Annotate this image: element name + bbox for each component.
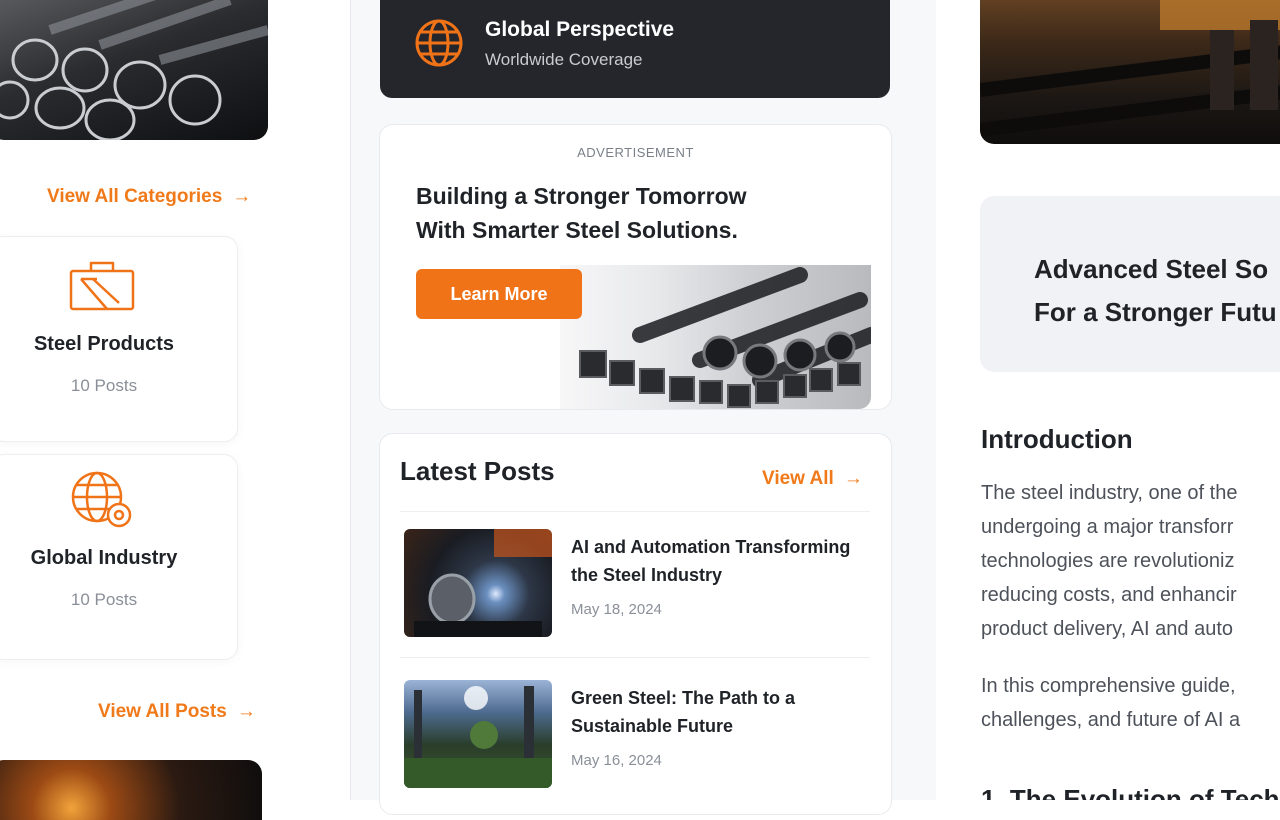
furnace-image[interactable] <box>0 760 262 820</box>
divider <box>400 657 870 658</box>
advertisement-card: ADVERTISEMENT Building a Stronger Tomorr… <box>379 124 892 410</box>
category-post-count: 10 Posts <box>70 590 138 609</box>
paragraph-line: The steel industry, one of the <box>981 482 1238 504</box>
paragraph-line: product delivery, AI and auto <box>981 618 1234 640</box>
advertisement-label: ADVERTISEMENT <box>577 145 694 160</box>
steel-products-icon <box>67 257 137 317</box>
ad-headline-line1: Building a Stronger Tomorrow <box>416 183 747 209</box>
view-all-categories-link[interactable]: View All Categories → <box>47 186 251 208</box>
guide-paragraph: In this comprehensive guide, challenges,… <box>981 669 1280 737</box>
banner-line2: For a Stronger Futu <box>1034 297 1277 327</box>
steel-pipes-image[interactable] <box>0 0 268 140</box>
category-card-steel-products[interactable]: Steel Products 10 Posts <box>0 236 238 442</box>
post-date: May 16, 2024 <box>571 752 662 769</box>
banner-line1: Advanced Steel So <box>1034 254 1269 284</box>
global-perspective-card[interactable]: Global Perspective Worldwide Coverage <box>380 0 890 98</box>
post-item[interactable]: AI and Automation Transforming the Steel… <box>404 529 874 639</box>
globe-icon <box>412 16 466 70</box>
arrow-right-icon: → <box>236 701 256 722</box>
paragraph-line: challenges, and future of AI a <box>981 709 1241 731</box>
category-card-global-industry[interactable]: Global Industry 10 Posts <box>0 454 238 660</box>
view-all-categories-label: View All Categories <box>47 186 223 207</box>
article-banner: Advanced Steel So For a Stronger Futu <box>980 196 1280 372</box>
latest-posts-view-all-link[interactable]: View All → <box>762 468 863 490</box>
latest-posts-heading: Latest Posts <box>400 456 555 486</box>
section-heading: 1. The Evolution of Techr <box>981 784 1280 800</box>
arrow-right-icon: → <box>232 186 252 207</box>
paragraph-line: In this comprehensive guide, <box>981 675 1236 697</box>
article-column: Advanced Steel So For a Stronger Futu In… <box>936 0 1280 800</box>
ad-headline-line2: With Smarter Steel Solutions. <box>416 217 738 243</box>
global-perspective-title: Global Perspective <box>485 18 675 41</box>
paragraph-line: reducing costs, and enhancir <box>981 584 1237 606</box>
global-perspective-subtitle: Worldwide Coverage <box>485 50 643 69</box>
paragraph-line: technologies are revolutioniz <box>981 550 1235 572</box>
paragraph-line: undergoing a major transforr <box>981 516 1234 538</box>
post-title[interactable]: Green Steel: The Path to a Sustainable F… <box>571 684 871 740</box>
category-title: Steel Products <box>33 333 175 355</box>
post-thumbnail[interactable] <box>404 680 552 788</box>
global-industry-icon <box>67 469 137 529</box>
arrow-right-icon: → <box>843 468 863 489</box>
post-thumbnail[interactable] <box>404 529 552 637</box>
category-post-count: 10 Posts <box>70 376 138 395</box>
view-all-posts-label: View All Posts <box>98 701 227 722</box>
category-sidebar: View All Categories → Steel Products 10 … <box>0 0 350 820</box>
divider <box>400 511 870 512</box>
category-title: Global Industry <box>30 547 178 569</box>
view-all-posts-link[interactable]: View All Posts → <box>98 701 256 723</box>
introduction-heading: Introduction <box>981 424 1133 454</box>
intro-paragraph: The steel industry, one of the undergoin… <box>981 476 1280 646</box>
latest-posts-card: Latest Posts View All → AI and Automatio… <box>379 433 892 815</box>
article-hero-image <box>980 0 1280 144</box>
view-all-label: View All <box>762 468 834 489</box>
ad-headline: Building a Stronger Tomorrow With Smarte… <box>416 179 776 247</box>
post-item[interactable]: Green Steel: The Path to a Sustainable F… <box>404 680 874 790</box>
learn-more-button[interactable]: Learn More <box>416 269 582 319</box>
post-date: May 18, 2024 <box>571 601 662 618</box>
ad-steel-tubes-image <box>560 265 871 409</box>
post-title[interactable]: AI and Automation Transforming the Steel… <box>571 533 871 589</box>
article-banner-title: Advanced Steel So For a Stronger Futu <box>1034 248 1280 334</box>
